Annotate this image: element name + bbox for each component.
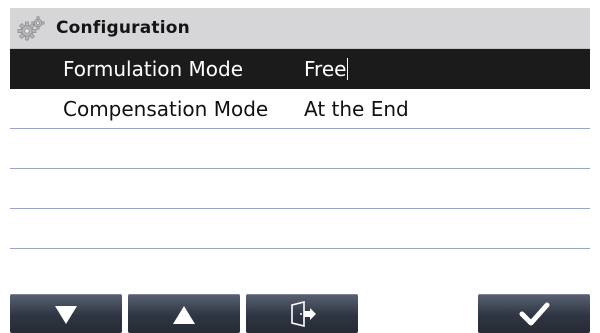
title-bar: Configuration <box>10 8 590 49</box>
down-button[interactable] <box>10 294 122 333</box>
setting-label: Compensation Mode <box>63 97 269 121</box>
exit-button[interactable] <box>246 294 358 333</box>
setting-row-formulation-mode[interactable]: Formulation Mode Free <box>10 49 590 89</box>
setting-value: Free <box>304 57 347 81</box>
page-title: Configuration <box>56 18 190 38</box>
empty-row <box>10 169 590 209</box>
setting-value-field[interactable]: Free <box>304 57 349 81</box>
up-button[interactable] <box>128 294 240 333</box>
exit-door-icon <box>291 300 316 328</box>
screen: Configuration Formulation Mode Free Comp… <box>10 8 590 333</box>
setting-label: Formulation Mode <box>63 57 244 81</box>
gears-icon <box>17 16 45 41</box>
softkey-bar <box>10 294 590 333</box>
settings-list: Formulation Mode Free Compensation Mode … <box>10 49 590 289</box>
arrow-down-icon <box>55 306 77 324</box>
setting-value: At the End <box>304 97 409 121</box>
empty-row <box>10 249 590 289</box>
text-cursor <box>347 58 349 80</box>
empty-row <box>10 129 590 169</box>
empty-row <box>10 209 590 249</box>
checkmark-icon <box>519 302 550 326</box>
confirm-button[interactable] <box>478 294 590 333</box>
arrow-up-icon <box>173 306 195 324</box>
setting-row-compensation-mode[interactable]: Compensation Mode At the End <box>10 89 590 129</box>
